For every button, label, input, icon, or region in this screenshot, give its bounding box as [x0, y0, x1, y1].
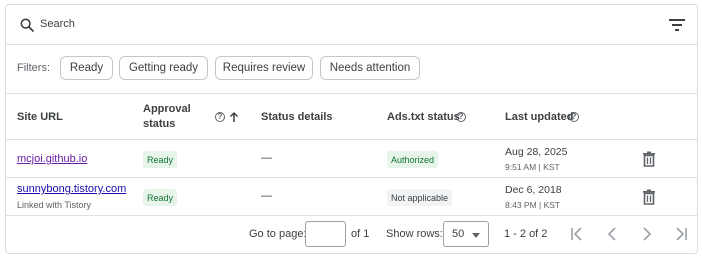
last-updated-date: Aug 28, 2025	[505, 146, 568, 158]
site-url-link[interactable]: sunnybong.tistory.com	[17, 183, 126, 195]
last-updated-help-icon[interactable]: ?	[569, 112, 579, 122]
ads-txt-status-badge: Not applicable	[387, 189, 453, 206]
filter-chip-requires-review[interactable]: Requires review	[215, 56, 313, 80]
last-updated-time: 9:51 AM | KST	[505, 162, 560, 172]
page-range-label: 1 - 2 of 2	[504, 228, 548, 240]
delete-icon[interactable]	[642, 189, 656, 205]
previous-page-icon[interactable]	[604, 226, 620, 242]
table-header: Site URL Approval status ? Status detail…	[6, 94, 697, 140]
rows-per-page-select[interactable]: 50	[443, 221, 489, 247]
sites-table-card: Search Filters: Ready Getting ready Requ…	[5, 4, 698, 254]
last-updated-time: 8:43 PM | KST	[505, 200, 561, 210]
sort-ascending-icon[interactable]	[229, 111, 239, 123]
header-ads-txt-status[interactable]: Ads.txt status	[387, 111, 460, 123]
table-row: sunnybong.tistory.com Linked with Tistor…	[6, 178, 697, 216]
header-site-url[interactable]: Site URL	[17, 111, 63, 123]
show-rows-label: Show rows:	[386, 228, 443, 240]
search-input[interactable]: Search	[40, 18, 75, 30]
first-page-icon[interactable]	[569, 226, 585, 242]
filter-chip-getting-ready[interactable]: Getting ready	[119, 56, 208, 80]
approval-status-badge: Ready	[143, 151, 178, 168]
status-details-value: —	[261, 190, 272, 202]
rows-per-page-value: 50	[452, 228, 465, 240]
filters-row: Filters: Ready Getting ready Requires re…	[6, 45, 697, 94]
header-last-updated[interactable]: Last updated	[505, 111, 573, 123]
filter-icon[interactable]	[669, 18, 685, 32]
last-updated-date: Dec 6, 2018	[505, 184, 562, 196]
search-bar[interactable]: Search	[6, 5, 697, 45]
approval-status-badge: Ready	[143, 189, 178, 206]
dropdown-caret-icon	[472, 233, 480, 238]
ads-txt-help-icon[interactable]: ?	[456, 112, 466, 122]
header-approval-status-line2[interactable]: status	[143, 118, 175, 130]
go-to-page-label: Go to page:	[249, 228, 307, 240]
pagination-footer: Go to page: of 1 Show rows: 50 1 - 2 of …	[6, 216, 697, 254]
next-page-icon[interactable]	[639, 226, 655, 242]
last-page-icon[interactable]	[673, 226, 689, 242]
header-status-details: Status details	[261, 111, 333, 123]
approval-help-icon[interactable]: ?	[215, 112, 225, 122]
filters-label: Filters:	[17, 62, 50, 74]
total-pages-label: of 1	[351, 228, 370, 240]
delete-icon[interactable]	[642, 151, 656, 167]
status-details-value: —	[261, 152, 272, 164]
page-number-input[interactable]	[305, 221, 346, 247]
ads-txt-status-badge: Authorized	[387, 151, 439, 168]
search-icon	[20, 18, 34, 32]
site-url-link[interactable]: mcjoi.github.io	[17, 153, 87, 165]
header-approval-status-line1[interactable]: Approval	[143, 103, 191, 115]
table-row: mcjoi.github.io Ready — Authorized Aug 2…	[6, 140, 697, 178]
site-linked-note: Linked with Tistory	[17, 200, 92, 210]
filter-chip-needs-attention[interactable]: Needs attention	[320, 56, 420, 80]
filter-chip-ready[interactable]: Ready	[60, 56, 113, 80]
